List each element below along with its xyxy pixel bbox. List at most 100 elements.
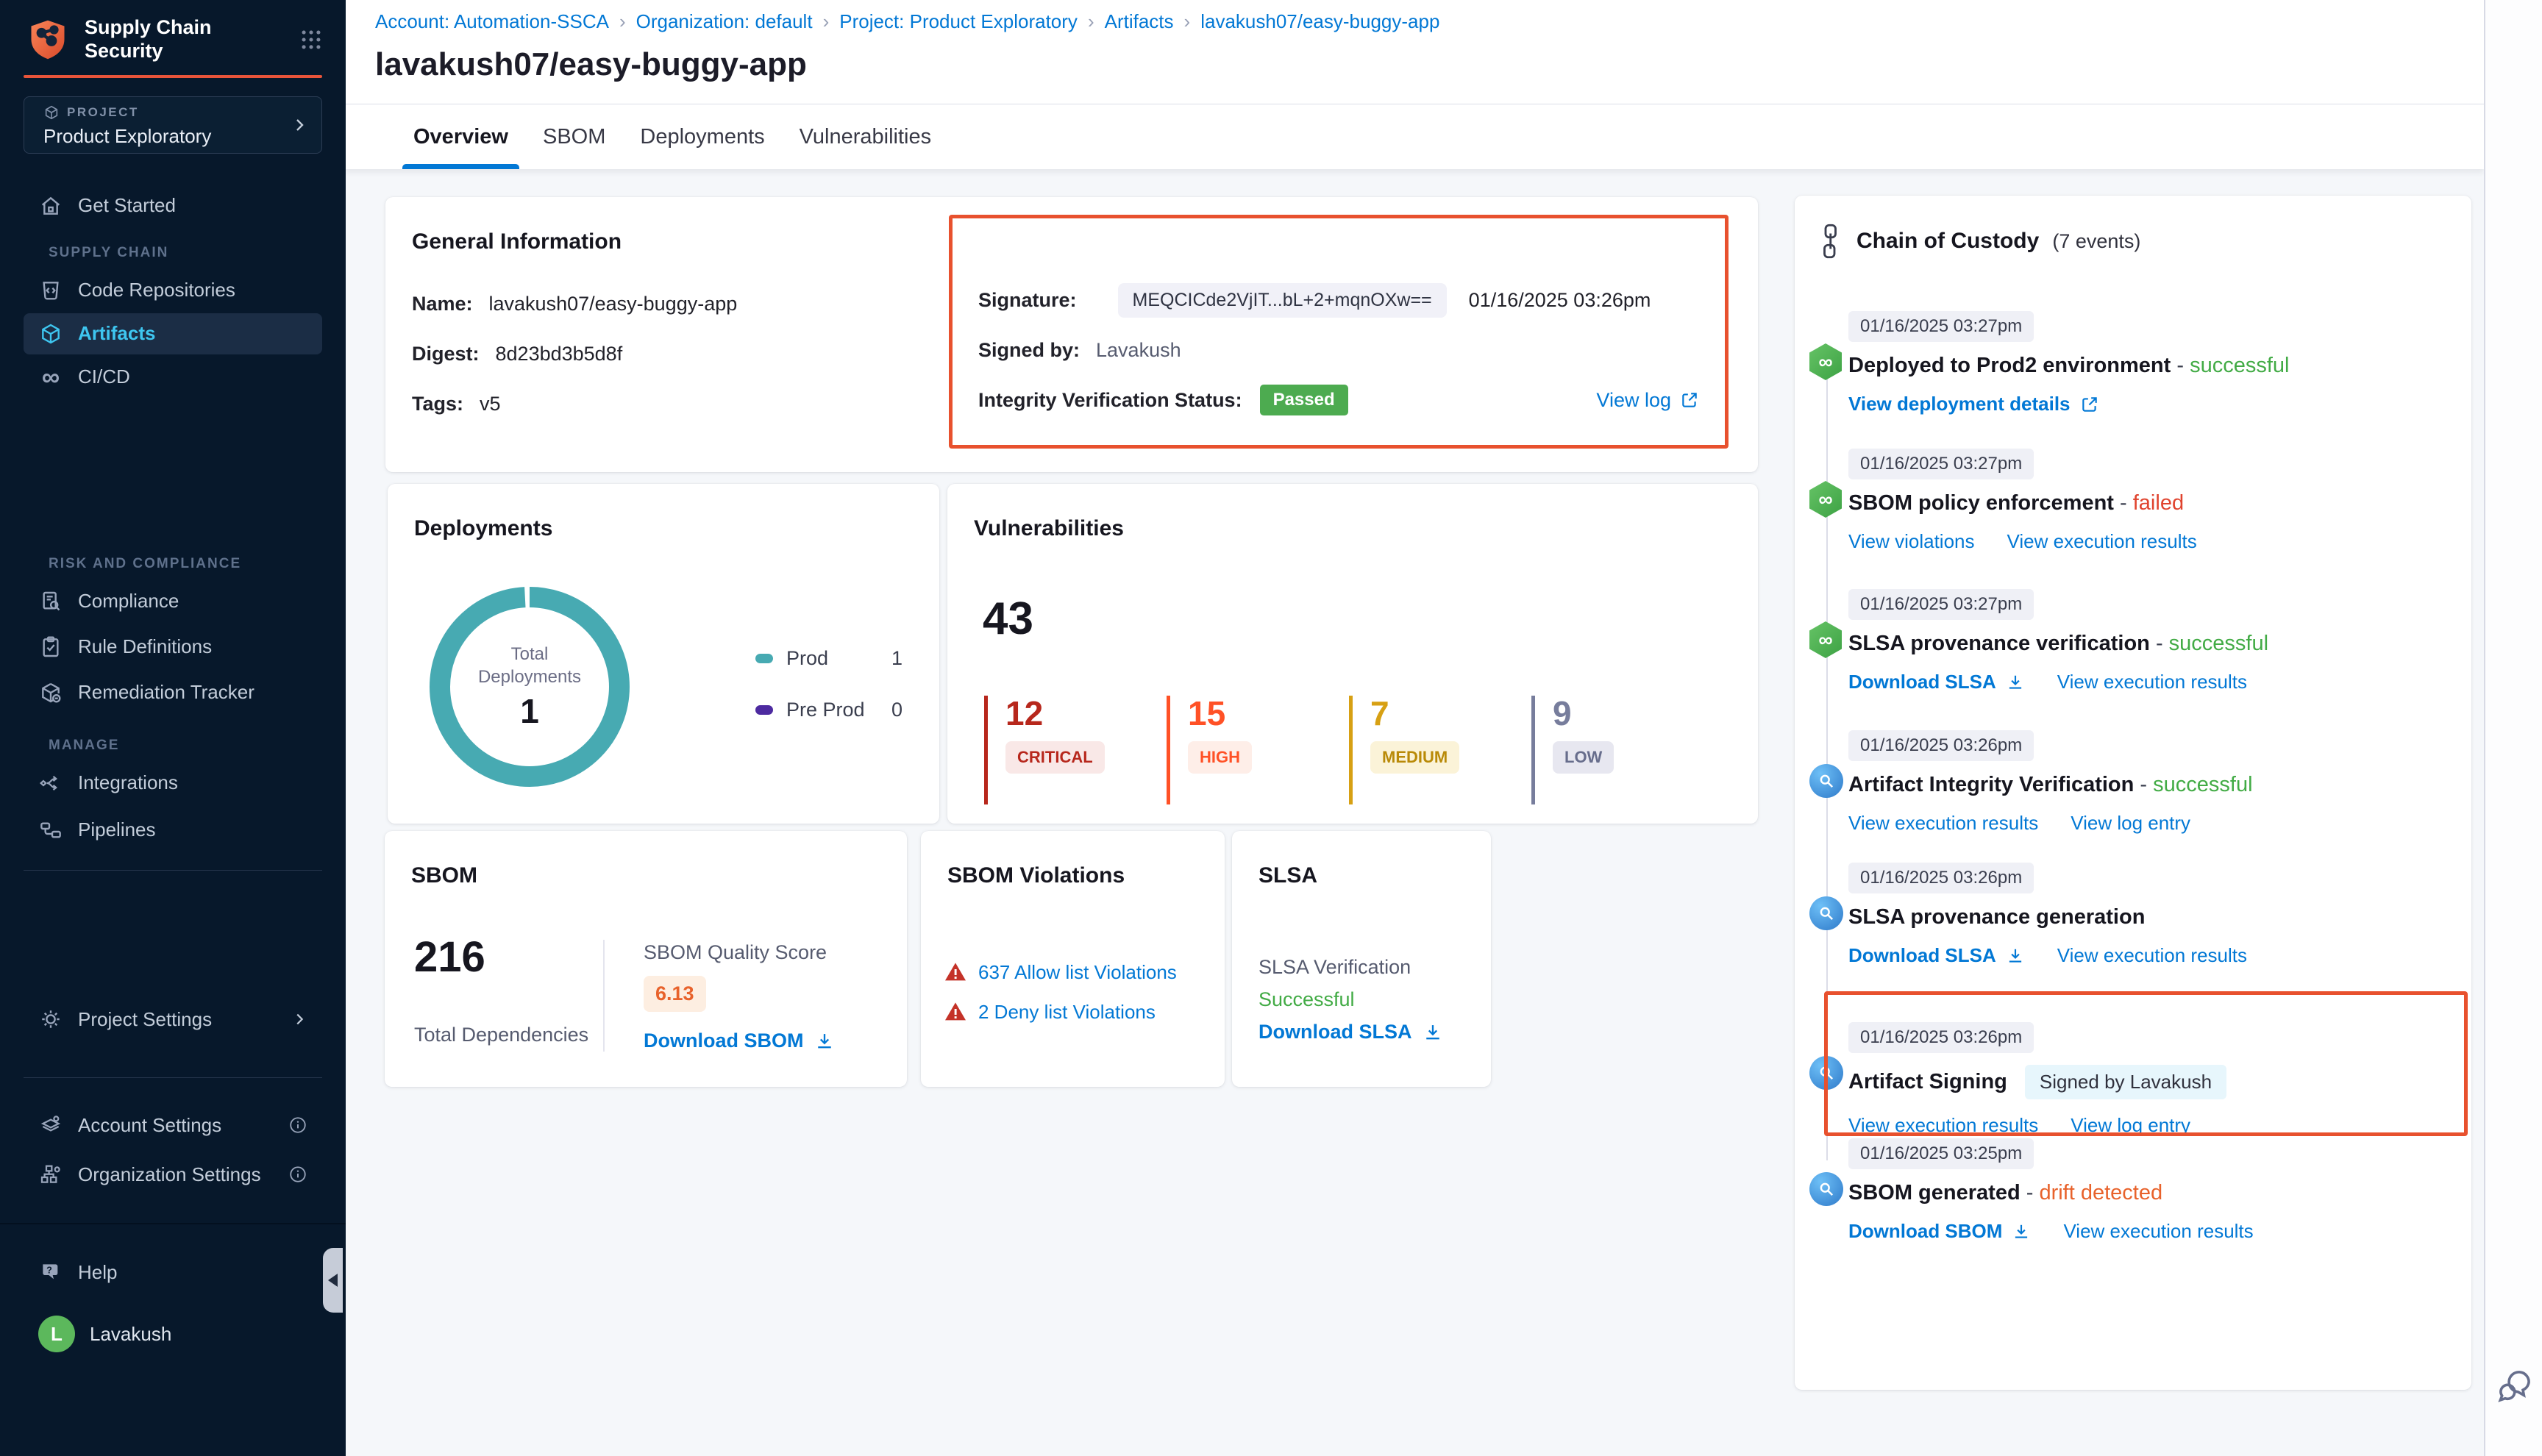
view-execution-results-link[interactable]: View execution results xyxy=(2007,530,2197,553)
sidebar-item-label: Integrations xyxy=(78,771,178,794)
event-status: successful xyxy=(2190,354,2289,378)
pipeline-hexagon-icon: ∞ xyxy=(1809,621,1842,658)
tab-vulnerabilities[interactable]: Vulnerabilities xyxy=(788,104,942,169)
signed-by-value: Lavakush xyxy=(1096,339,1181,362)
sidebar-item-rule-definitions[interactable]: Rule Definitions xyxy=(24,627,322,668)
project-selector[interactable]: PROJECT Product Exploratory xyxy=(24,96,322,154)
sidebar-section-supply-chain: SUPPLY CHAIN xyxy=(49,245,346,261)
deny-list-violations-row: 2 Deny list Violations xyxy=(944,1000,1156,1024)
home-icon xyxy=(38,194,63,218)
deny-list-violations-link[interactable]: 2 Deny list Violations xyxy=(978,1001,1156,1024)
timeline-event-slsa-generation: 01/16/2025 03:26pm SLSA provenance gener… xyxy=(1795,863,2464,967)
signed-by-row: Signed by: Lavakush xyxy=(978,334,1699,366)
signature-value-chip[interactable]: MEQCICde2VjIT...bL+2+mqnOXw== xyxy=(1118,283,1447,318)
page-title: lavakush07/easy-buggy-app xyxy=(375,46,2484,83)
sidebar-hard-divider xyxy=(0,1223,346,1224)
view-violations-link[interactable]: View violations xyxy=(1848,530,1975,553)
sidebar-collapse-toggle[interactable] xyxy=(323,1248,343,1313)
general-information-card: General Information Name: lavakush07/eas… xyxy=(385,197,1758,472)
page-header: Account: Automation-SSCA › Organization:… xyxy=(346,0,2484,104)
event-title: SLSA provenance verification xyxy=(1848,632,2150,656)
warning-triangle-icon xyxy=(944,1000,967,1024)
tab-overview[interactable]: Overview xyxy=(402,104,519,169)
sidebar-item-account-settings[interactable]: Account Settings xyxy=(24,1105,322,1146)
event-timestamp: 01/16/2025 03:27pm xyxy=(1848,449,2034,479)
download-sbom-link[interactable]: Download SBOM xyxy=(1848,1220,2031,1243)
tags-value: v5 xyxy=(480,393,501,415)
info-circle-icon xyxy=(288,1116,307,1135)
main-area: Account: Automation-SSCA › Organization:… xyxy=(346,0,2484,1456)
remediation-box-icon xyxy=(38,681,63,704)
tab-deployments[interactable]: Deployments xyxy=(629,104,775,169)
vulnerabilities-total: 43 xyxy=(983,593,1033,645)
breadcrumb-artifact-name[interactable]: lavakush07/easy-buggy-app xyxy=(1200,10,1439,33)
breadcrumb-separator: › xyxy=(619,10,626,33)
digest-value: 8d23bd3b5d8f xyxy=(496,343,623,365)
document-search-icon xyxy=(38,590,63,613)
module-accent-divider xyxy=(24,75,322,78)
download-slsa-link[interactable]: Download SLSA xyxy=(1258,1021,1443,1043)
severity-badge: HIGH xyxy=(1188,741,1252,774)
breadcrumb-project[interactable]: Project: Product Exploratory xyxy=(839,10,1078,33)
artifact-name-value: lavakush07/easy-buggy-app xyxy=(489,293,738,315)
view-execution-results-link[interactable]: View execution results xyxy=(1848,812,2038,835)
sidebar-item-artifacts[interactable]: Artifacts xyxy=(24,313,322,354)
breadcrumb-account[interactable]: Account: Automation-SSCA xyxy=(375,10,609,33)
download-slsa-link[interactable]: Download SLSA xyxy=(1848,944,2025,967)
sidebar-item-remediation-tracker[interactable]: Remediation Tracker xyxy=(24,672,322,713)
sidebar-item-label: Compliance xyxy=(78,590,179,613)
view-log-entry-link[interactable]: View log entry xyxy=(2071,1114,2190,1137)
signature-row: Signature: MEQCICde2VjIT...bL+2+mqnOXw==… xyxy=(978,284,1699,316)
view-deployment-details-link[interactable]: View deployment details xyxy=(1848,393,2099,415)
sidebar-item-organization-settings[interactable]: Organization Settings xyxy=(24,1154,322,1195)
pipelines-icon xyxy=(38,818,63,842)
user-menu[interactable]: L Lavakush xyxy=(24,1313,322,1355)
event-title: Artifact Signing xyxy=(1848,1070,2007,1094)
view-execution-results-link[interactable]: View execution results xyxy=(2057,671,2247,693)
slsa-card: SLSA SLSA Verification Successful Downlo… xyxy=(1232,831,1491,1087)
chat-bubbles-icon[interactable] xyxy=(2495,1366,2535,1406)
pre-prod-count: 0 xyxy=(891,699,902,721)
timeline-event-slsa-verification: ∞ 01/16/2025 03:27pm SLSA provenance ver… xyxy=(1795,589,2464,693)
download-icon xyxy=(2006,946,2025,966)
sidebar-item-label: Project Settings xyxy=(78,1008,212,1031)
sidebar-item-label: Code Repositories xyxy=(78,279,235,301)
severity-low: 9 LOW xyxy=(1531,696,1714,804)
prod-count: 1 xyxy=(891,647,902,670)
sidebar-item-pipelines[interactable]: Pipelines xyxy=(24,810,322,851)
breadcrumb-organization[interactable]: Organization: default xyxy=(636,10,813,33)
scan-circle-icon xyxy=(1809,896,1843,930)
tab-bar: Overview SBOM Deployments Vulnerabilitie… xyxy=(346,104,2484,169)
breadcrumb-separator: › xyxy=(1088,10,1094,33)
view-execution-results-link[interactable]: View execution results xyxy=(2063,1220,2253,1243)
breadcrumb-artifacts[interactable]: Artifacts xyxy=(1105,10,1174,33)
event-title: SBOM policy enforcement xyxy=(1848,491,2114,515)
sidebar-item-project-settings[interactable]: Project Settings xyxy=(24,999,322,1040)
view-execution-results-link[interactable]: View execution results xyxy=(1848,1114,2038,1137)
download-icon xyxy=(1423,1022,1443,1043)
breadcrumb: Account: Automation-SSCA › Organization:… xyxy=(375,10,2484,33)
donut-center-label: Total Deployments xyxy=(471,643,588,688)
download-sbom-link[interactable]: Download SBOM xyxy=(644,1029,835,1052)
event-title: SLSA provenance generation xyxy=(1848,905,2145,929)
app-logo-row: Supply Chain Security xyxy=(24,16,325,63)
tab-sbom[interactable]: SBOM xyxy=(532,104,616,169)
view-log-link[interactable]: View log xyxy=(1596,389,1699,412)
view-execution-results-link[interactable]: View execution results xyxy=(2057,944,2247,967)
sbom-card: SBOM 216 Total Dependencies SBOM Quality… xyxy=(385,831,907,1087)
module-grid-icon[interactable] xyxy=(297,27,325,52)
allow-list-violations-link[interactable]: 637 Allow list Violations xyxy=(978,961,1177,984)
sidebar-item-integrations[interactable]: Integrations xyxy=(24,763,322,804)
sidebar-item-code-repositories[interactable]: Code Repositories xyxy=(24,270,322,311)
sidebar-item-help[interactable]: ? Help xyxy=(24,1252,322,1293)
sidebar-divider xyxy=(24,870,322,871)
download-slsa-link[interactable]: Download SLSA xyxy=(1848,671,2025,693)
slsa-verification-status: Successful xyxy=(1258,988,1355,1011)
sidebar-item-cicd[interactable]: ∞ CI/CD xyxy=(24,357,322,398)
tags-row: Tags: v5 xyxy=(412,391,501,416)
view-log-entry-link[interactable]: View log entry xyxy=(2071,812,2190,835)
severity-critical: 12 CRITICAL xyxy=(984,696,1167,804)
sidebar-item-get-started[interactable]: Get Started xyxy=(24,185,322,226)
event-timestamp: 01/16/2025 03:26pm xyxy=(1848,863,2034,893)
sidebar-item-compliance[interactable]: Compliance xyxy=(24,581,322,622)
